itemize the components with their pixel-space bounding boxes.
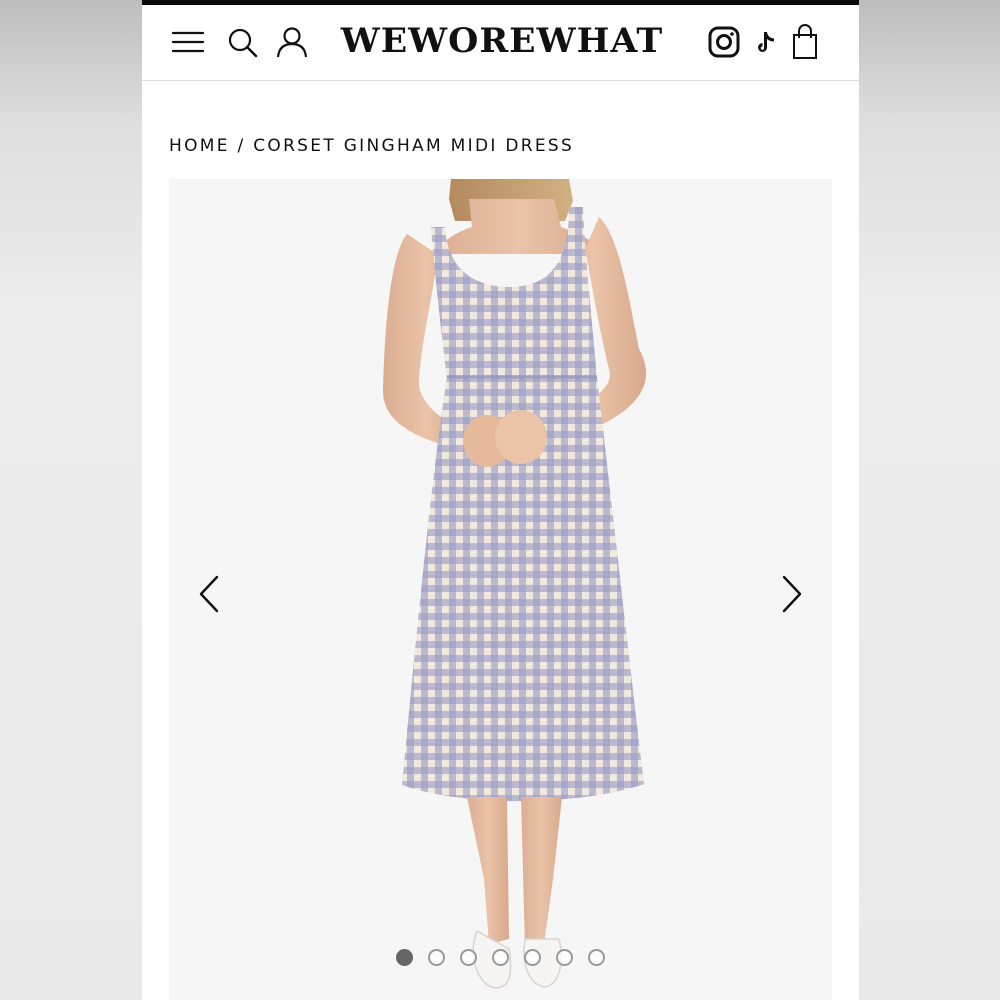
- previous-slide-arrow-icon[interactable]: [195, 574, 225, 614]
- page-frame: WEWOREWHAT HOME / CORSET GINGHAM MIDI DR…: [142, 0, 859, 1000]
- slide-dot-5[interactable]: [524, 948, 541, 966]
- slide-dot-6[interactable]: [556, 948, 573, 966]
- shopping-bag-icon[interactable]: [791, 24, 819, 60]
- instagram-icon[interactable]: [707, 25, 741, 59]
- slide-dot-1[interactable]: [396, 948, 413, 966]
- breadcrumb-current: CORSET GINGHAM MIDI DRESS: [253, 136, 575, 156]
- search-icon[interactable]: [226, 25, 260, 59]
- breadcrumb: HOME / CORSET GINGHAM MIDI DRESS: [169, 134, 574, 158]
- breadcrumb-home-link[interactable]: HOME: [169, 136, 230, 156]
- product-image: [382, 179, 647, 989]
- site-header: WEWOREWHAT: [142, 5, 859, 81]
- slide-dot-2[interactable]: [428, 948, 445, 966]
- slide-pagination: [169, 945, 832, 969]
- slide-dot-7[interactable]: [588, 948, 605, 966]
- menu-icon[interactable]: [171, 25, 205, 59]
- tiktok-icon[interactable]: [754, 30, 778, 56]
- next-slide-arrow-icon[interactable]: [776, 574, 806, 614]
- site-logo[interactable]: WEWOREWHAT: [329, 19, 676, 63]
- slide-dot-3[interactable]: [460, 948, 477, 966]
- breadcrumb-separator: /: [229, 136, 254, 156]
- account-icon[interactable]: [275, 25, 309, 59]
- slide-dot-4[interactable]: [492, 948, 509, 966]
- product-gallery[interactable]: [169, 179, 832, 1000]
